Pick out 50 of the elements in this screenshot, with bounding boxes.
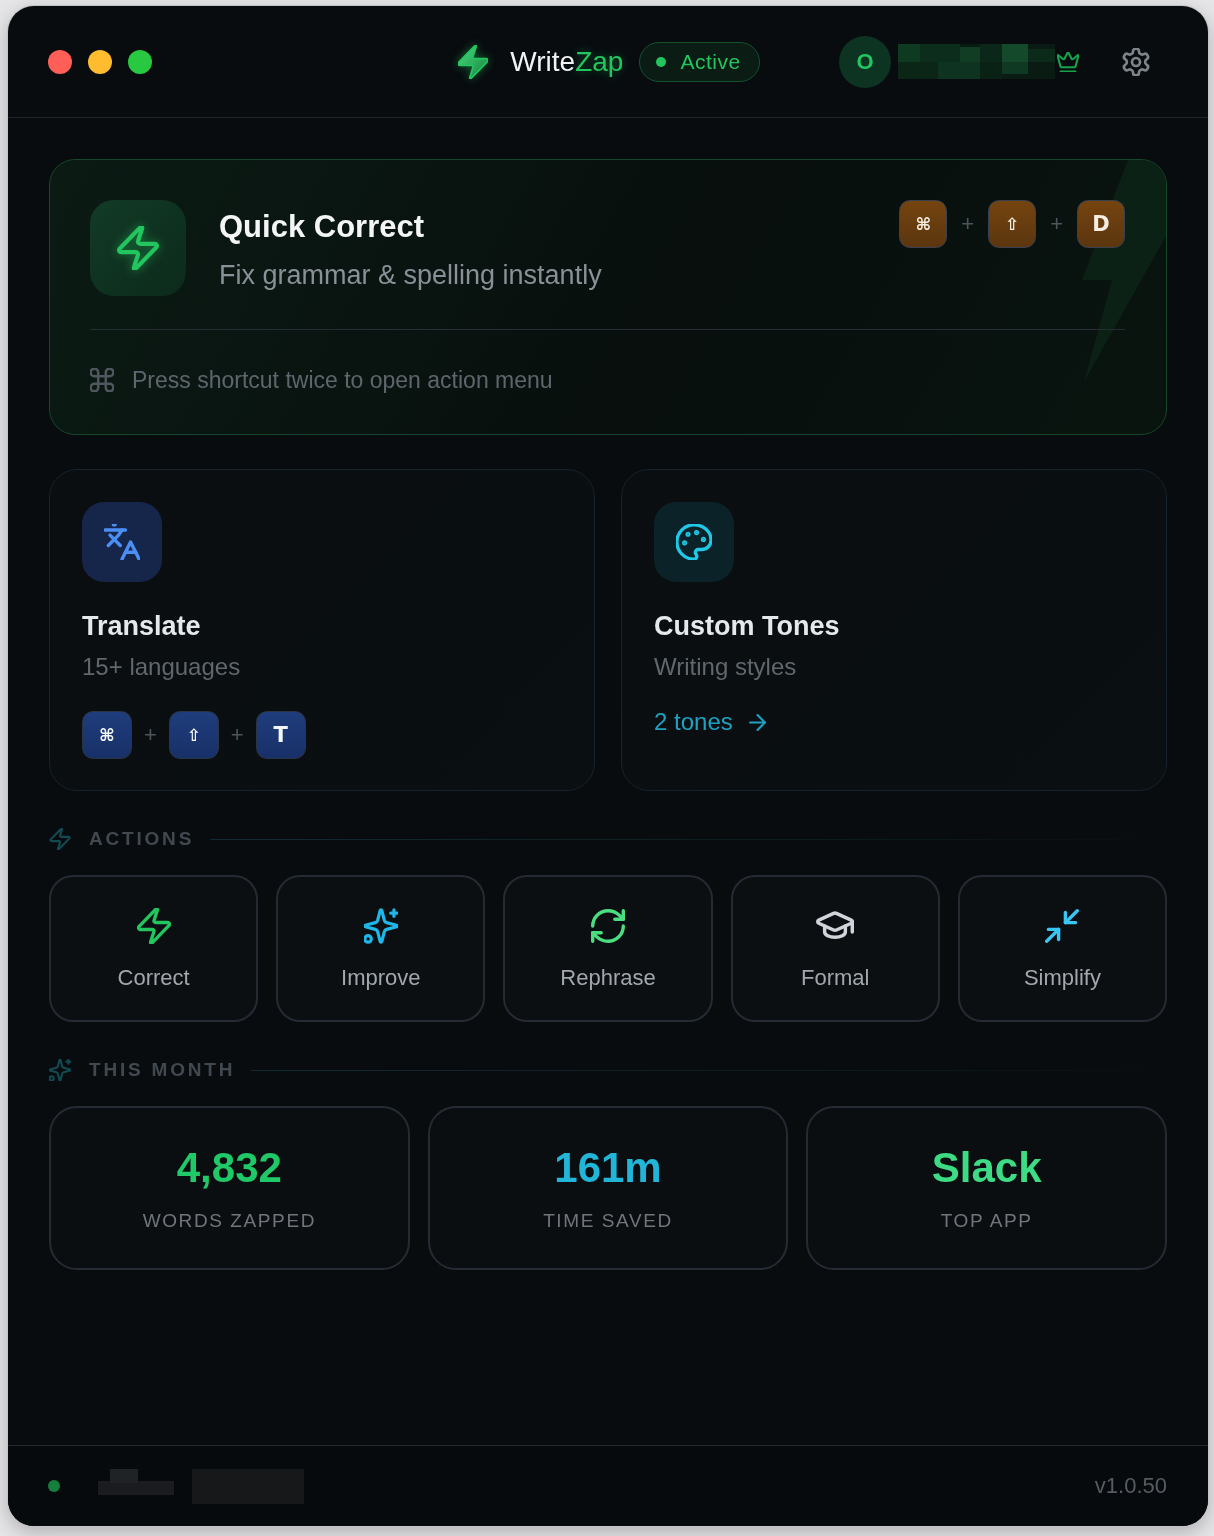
key-cap: ⇧ [168, 711, 219, 759]
version-label: v1.0.50 [1094, 1473, 1167, 1499]
card-subtitle: Writing styles [654, 653, 798, 681]
feature-card[interactable]: Custom Tones Writing styles 2 tones [621, 469, 1167, 791]
stat-value: Slack [931, 1144, 1042, 1192]
avatar[interactable]: O [839, 35, 891, 88]
close-button[interactable] [48, 49, 72, 74]
plus-sign: + [144, 722, 157, 748]
plus-sign: + [230, 722, 244, 748]
section-title: THIS MONTH [89, 1058, 236, 1082]
quick-correct-card[interactable]: Quick Correct Fix grammar & spelling instantly ⌘ + ⇧ + D Press shortcut twice to open action menu [49, 159, 1167, 435]
tones-link[interactable]: 2 tones [654, 708, 766, 736]
stat-value: 161m [554, 1144, 662, 1192]
action-button[interactable]: Formal [730, 875, 940, 1022]
palette-icon [654, 502, 734, 582]
key-cap: ⌘ [899, 200, 948, 248]
translate-icon [82, 502, 162, 582]
section-title: ACTIONS [89, 827, 195, 851]
command-icon [90, 368, 114, 392]
plus-sign: + [1050, 211, 1063, 237]
stat-label: WORDS ZAPPED [142, 1210, 316, 1232]
key-cap: D [1077, 200, 1125, 248]
zoom-button[interactable] [128, 49, 152, 74]
key-cap: ⇧ [988, 200, 1037, 248]
card-subtitle: 15+ languages [82, 653, 242, 681]
lightning-bolt-icon [90, 200, 186, 296]
stat-label: TOP APP [940, 1210, 1033, 1232]
key-cap: T [255, 711, 306, 759]
action-button[interactable]: Rephrase [503, 875, 713, 1022]
action-button[interactable]: Correct [49, 875, 259, 1022]
sparkles-icon [49, 1059, 71, 1081]
key-cap: ⌘ [82, 711, 132, 759]
app-name: WriteZap [510, 44, 624, 79]
action-button[interactable]: Improve [276, 875, 486, 1022]
card-title: Custom Tones [654, 610, 841, 642]
feature-card[interactable]: Translate 15+ languages ⌘ + ⇧ + T [49, 469, 595, 791]
stat-label: TIME SAVED [543, 1210, 673, 1232]
settings-icon[interactable] [1122, 47, 1150, 76]
lightning-bolt-icon [458, 44, 489, 79]
card-subtitle: Fix grammar & spelling instantly [219, 259, 602, 291]
action-button[interactable]: Simplify [957, 875, 1167, 1022]
card-title: Quick Correct [219, 209, 425, 245]
hint-text: Press shortcut twice to open action menu [132, 366, 553, 394]
stat-value: 4,832 [176, 1144, 282, 1192]
lightning-bolt-icon [49, 828, 71, 850]
status-label: Active [680, 48, 741, 75]
crown-icon [1057, 51, 1079, 72]
minimize-button[interactable] [88, 49, 112, 74]
plus-sign: + [961, 211, 975, 237]
card-title: Translate [82, 610, 202, 642]
